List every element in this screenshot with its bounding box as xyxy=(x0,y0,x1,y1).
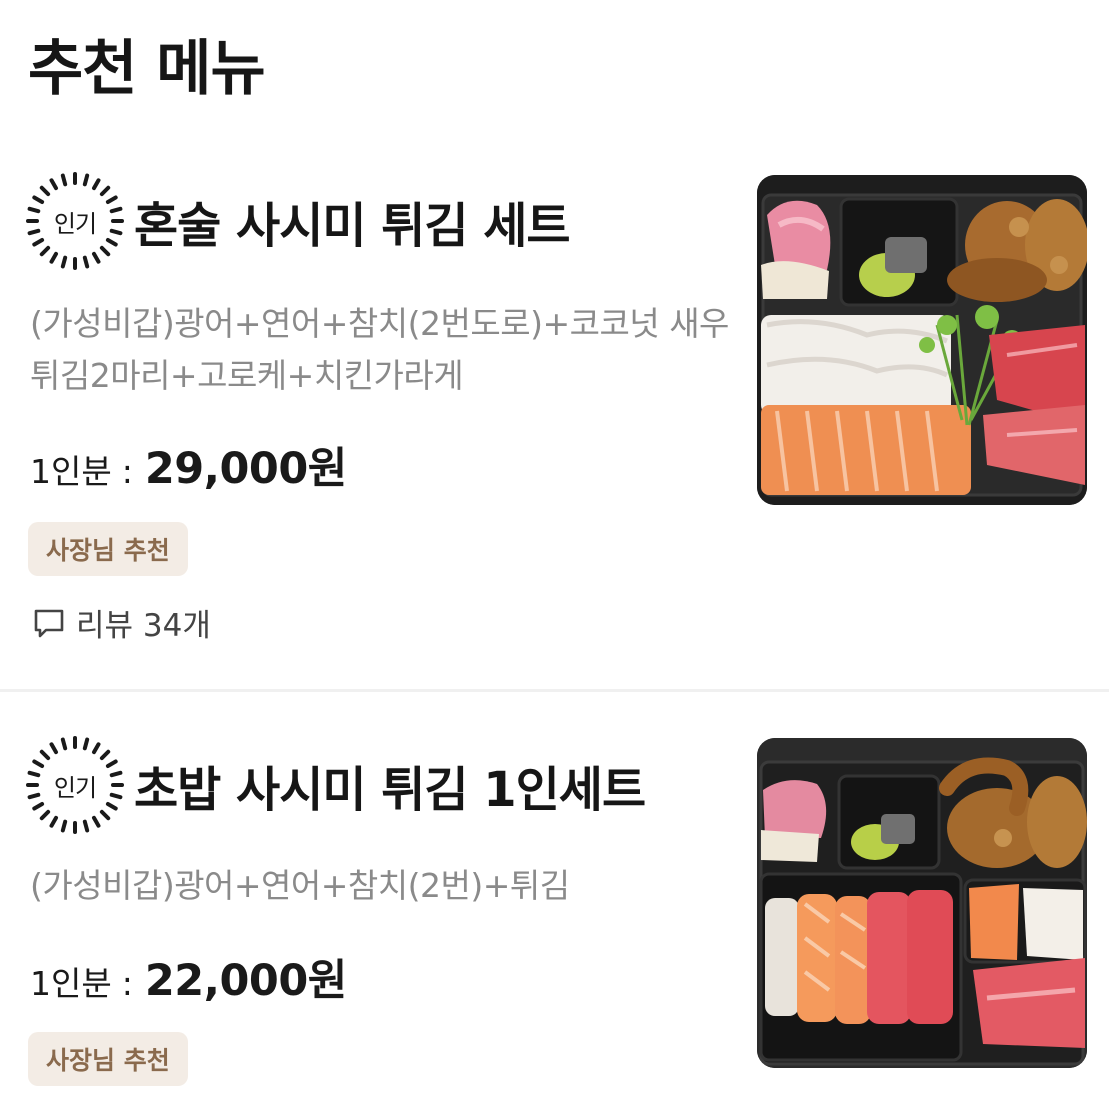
sashimi-tempura-photo xyxy=(757,175,1087,505)
sushi-sashimi-tempura-photo xyxy=(757,738,1087,1068)
review-count: 리뷰 34개 xyxy=(76,608,211,644)
menu-item-title-row: 인기 혼술 사시미 튀김 세트 xyxy=(26,172,571,270)
price-row: 1인분 : 22,000원 xyxy=(30,946,347,1008)
menu-item-name[interactable]: 혼술 사시미 튀김 세트 xyxy=(134,186,571,256)
section-title: 추천 메뉴 xyxy=(28,34,266,104)
menu-item-name[interactable]: 초밥 사시미 튀김 1인세트 xyxy=(134,750,646,820)
speech-bubble-icon xyxy=(34,609,64,637)
menu-item-title-row: 인기 초밥 사시미 튀김 1인세트 xyxy=(26,736,646,834)
menu-item-description: (가성비갑)광어+연어+참치(2번)+튀김 xyxy=(30,866,570,905)
owner-recommend-tag: 사장님 추천 xyxy=(28,1032,188,1086)
portion-label: 1인분 xyxy=(30,452,112,491)
portion-label: 1인분 xyxy=(30,964,112,1003)
price-separator: : xyxy=(121,452,133,491)
popular-badge-label: 인기 xyxy=(53,773,97,802)
menu-item-photo[interactable] xyxy=(757,738,1087,1068)
menu-item-2[interactable]: 인기 초밥 사시미 튀김 1인세트 (가성비갑)광어+연어+참치(2번)+튀김 … xyxy=(0,692,1109,1109)
popular-badge: 인기 xyxy=(26,172,124,270)
price-row: 1인분 : 29,000원 xyxy=(30,434,347,496)
owner-recommend-tag: 사장님 추천 xyxy=(28,522,188,576)
review-link[interactable]: 리뷰 34개 xyxy=(32,600,211,645)
menu-item-photo[interactable] xyxy=(757,175,1087,505)
price-separator: : xyxy=(121,964,133,1003)
price: 29,000원 xyxy=(144,444,348,494)
popular-badge: 인기 xyxy=(26,736,124,834)
popular-badge-label: 인기 xyxy=(53,209,97,238)
menu-item-1[interactable]: 인기 혼술 사시미 튀김 세트 (가성비갑)광어+연어+참치(2번도로)+코코넛… xyxy=(0,160,1109,690)
menu-item-description: (가성비갑)광어+연어+참치(2번도로)+코코넛 새우튀김2마리+고로케+치킨가… xyxy=(30,304,729,395)
price: 22,000원 xyxy=(144,956,348,1006)
